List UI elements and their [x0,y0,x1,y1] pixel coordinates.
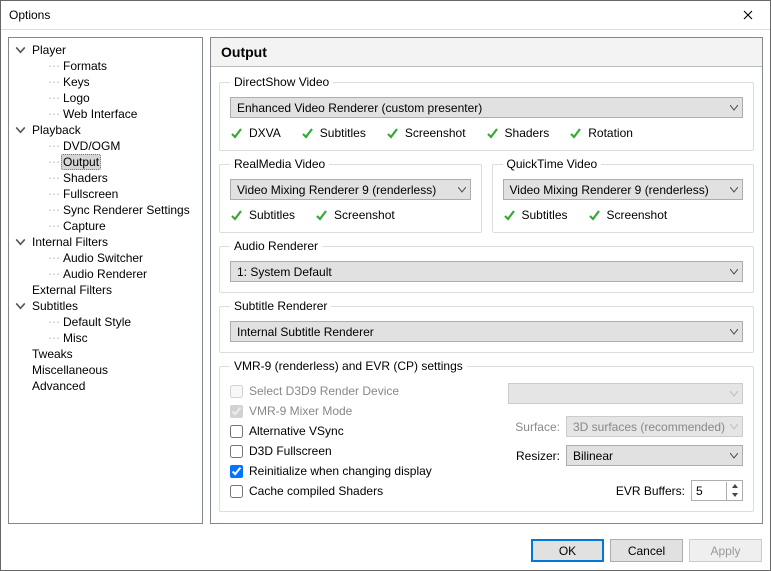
tree-item-internal-filters[interactable]: Internal Filters [11,234,200,250]
cancel-button[interactable]: Cancel [610,539,683,562]
quicktime-legend: QuickTime Video [503,157,602,171]
directshow-legend: DirectShow Video [230,75,333,89]
options-window: Options Player⋯Formats⋯Keys⋯Logo⋯Web Int… [0,0,771,571]
realmedia-renderer-select[interactable]: Video Mixing Renderer 9 (renderless) [230,179,471,200]
chevron-down-icon [730,105,738,111]
apply-button: Apply [689,539,762,562]
alt-vsync-checkbox[interactable]: Alternative VSync [230,421,488,441]
chevron-down-icon [458,187,466,193]
feature-screenshot: Screenshot [588,208,668,222]
tree-item-subtitles[interactable]: Subtitles [11,298,200,314]
tree-item-advanced[interactable]: Advanced [11,378,200,394]
expand-icon[interactable] [15,237,26,248]
vmr-group: VMR-9 (renderless) and EVR (CP) settings… [219,359,754,512]
tree-item-formats[interactable]: ⋯Formats [11,58,200,74]
nav-tree[interactable]: Player⋯Formats⋯Keys⋯Logo⋯Web InterfacePl… [8,37,203,524]
tree-item-external-filters[interactable]: External Filters [11,282,200,298]
check-icon [486,127,499,140]
resizer-label: Resizer: [508,449,560,463]
tree-item-audio-switcher[interactable]: ⋯Audio Switcher [11,250,200,266]
expand-icon[interactable] [15,45,26,56]
evr-buffers-label: EVR Buffers: [616,484,685,498]
check-icon [230,209,243,222]
reinitialize-checkbox[interactable]: Reinitialize when changing display [230,461,488,481]
realmedia-legend: RealMedia Video [230,157,329,171]
tree-item-dvd-ogm[interactable]: ⋯DVD/OGM [11,138,200,154]
check-icon [301,127,314,140]
tree-item-keys[interactable]: ⋯Keys [11,74,200,90]
chevron-down-icon [730,391,738,397]
check-icon [503,209,516,222]
feature-rotation: Rotation [569,126,633,140]
expand-icon[interactable] [15,301,26,312]
quicktime-group: QuickTime Video Video Mixing Renderer 9 … [492,157,755,233]
expand-icon[interactable] [15,125,26,136]
close-icon [743,10,753,20]
tree-item-player[interactable]: Player [11,42,200,58]
dialog-buttons: OK Cancel Apply [1,531,770,570]
directshow-group: DirectShow Video Enhanced Video Renderer… [219,75,754,151]
subtitle-renderer-select[interactable]: Internal Subtitle Renderer [230,321,743,342]
realmedia-group: RealMedia Video Video Mixing Renderer 9 … [219,157,482,233]
tree-item-sync-renderer-settings[interactable]: ⋯Sync Renderer Settings [11,202,200,218]
mixer-checkbox: VMR-9 Mixer Mode [230,401,488,421]
feature-screenshot: Screenshot [315,208,395,222]
tree-item-capture[interactable]: ⋯Capture [11,218,200,234]
feature-subtitles: Subtitles [230,208,295,222]
tree-item-default-style[interactable]: ⋯Default Style [11,314,200,330]
chevron-down-icon [730,269,738,275]
quicktime-renderer-select[interactable]: Video Mixing Renderer 9 (renderless) [503,179,744,200]
titlebar: Options [1,1,770,30]
spin-up-icon[interactable] [727,482,742,491]
content-pane: Output DirectShow Video Enhanced Video R… [210,37,763,524]
close-button[interactable] [725,1,770,30]
feature-subtitles: Subtitles [503,208,568,222]
subtitle-group: Subtitle Renderer Internal Subtitle Rend… [219,299,754,353]
directshow-renderer-select[interactable]: Enhanced Video Renderer (custom presente… [230,97,743,118]
tree-item-logo[interactable]: ⋯Logo [11,90,200,106]
chevron-down-icon [730,453,738,459]
tree-item-tweaks[interactable]: Tweaks [11,346,200,362]
spin-down-icon[interactable] [727,491,742,500]
resizer-select[interactable]: Bilinear [566,445,743,466]
surface-select: 3D surfaces (recommended) [566,416,743,437]
feature-subtitles: Subtitles [301,126,366,140]
vmr-legend: VMR-9 (renderless) and EVR (CP) settings [230,359,467,373]
feature-shaders: Shaders [486,126,550,140]
tree-item-misc[interactable]: ⋯Misc [11,330,200,346]
chevron-down-icon [730,329,738,335]
ok-button[interactable]: OK [531,539,604,562]
page-title: Output [211,38,762,67]
tree-item-fullscreen[interactable]: ⋯Fullscreen [11,186,200,202]
check-icon [569,127,582,140]
tree-item-shaders[interactable]: ⋯Shaders [11,170,200,186]
select-d3d9-checkbox: Select D3D9 Render Device [230,381,488,401]
d3d9-device-select [508,383,743,404]
check-icon [315,209,328,222]
d3d-fullscreen-checkbox[interactable]: D3D Fullscreen [230,441,488,461]
tree-item-output[interactable]: ⋯Output [11,154,200,170]
check-icon [230,127,243,140]
surface-label: Surface: [508,420,560,434]
check-icon [588,209,601,222]
tree-item-miscellaneous[interactable]: Miscellaneous [11,362,200,378]
audio-legend: Audio Renderer [230,239,322,253]
subtitle-legend: Subtitle Renderer [230,299,331,313]
feature-screenshot: Screenshot [386,126,466,140]
cache-shaders-checkbox[interactable]: Cache compiled Shaders [230,481,488,501]
audio-group: Audio Renderer 1: System Default [219,239,754,293]
tree-item-web-interface[interactable]: ⋯Web Interface [11,106,200,122]
chevron-down-icon [730,187,738,193]
feature-dxva: DXVA [230,126,281,140]
window-title: Options [9,8,50,22]
tree-item-playback[interactable]: Playback [11,122,200,138]
audio-renderer-select[interactable]: 1: System Default [230,261,743,282]
tree-item-audio-renderer[interactable]: ⋯Audio Renderer [11,266,200,282]
chevron-down-icon [730,424,738,430]
check-icon [386,127,399,140]
evr-buffers-spin[interactable]: 5 [691,480,743,501]
